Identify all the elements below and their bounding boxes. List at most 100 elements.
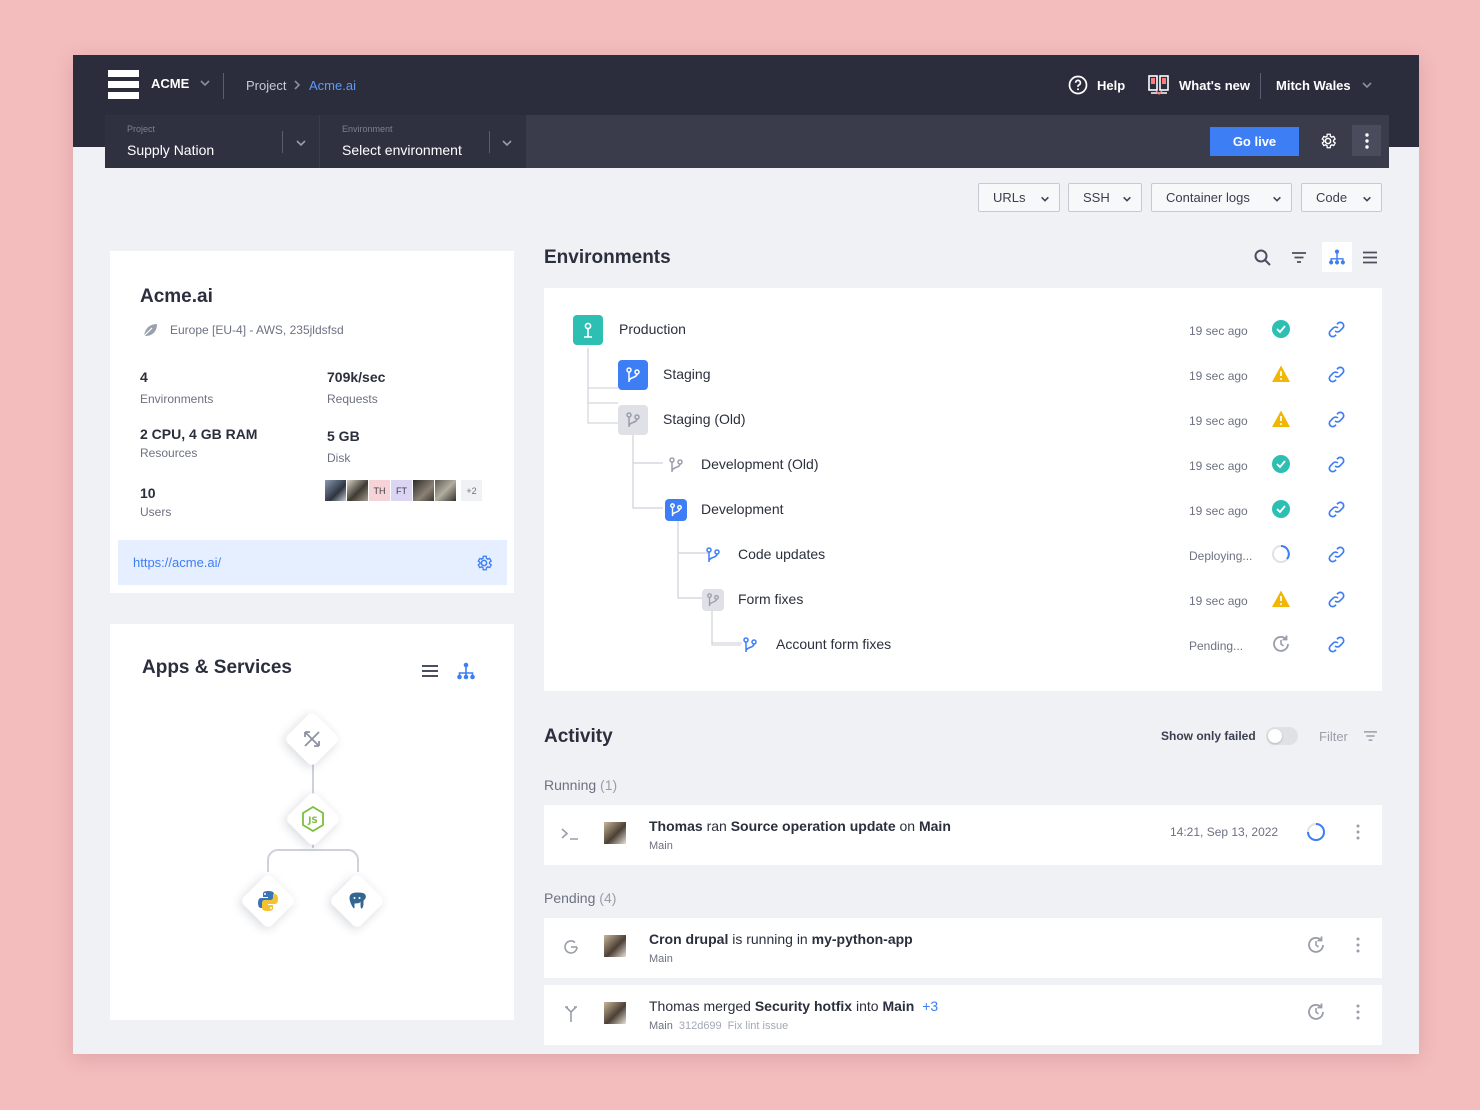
kebab-icon[interactable] [1356, 824, 1360, 840]
stat-label: Disk [327, 451, 351, 465]
chevron-down-icon[interactable] [199, 77, 211, 89]
environment-selector-value: Select environment [342, 142, 462, 158]
activity-row[interactable]: Thomas merged Security hotfix into Main … [544, 985, 1382, 1045]
kebab-icon[interactable] [1356, 1004, 1360, 1020]
user-menu[interactable]: Mitch Wales [1276, 78, 1351, 93]
whats-new-button[interactable]: What's new [1147, 73, 1250, 97]
search-icon[interactable] [1254, 249, 1271, 266]
branch-icon [665, 454, 687, 476]
chevron-down-icon [296, 140, 306, 147]
filter-icon[interactable] [1363, 730, 1378, 742]
link-icon[interactable] [1327, 500, 1346, 519]
project-url-bar: https://acme.ai/ [118, 540, 507, 585]
environment-row[interactable]: Staging 19 sec ago [544, 353, 1382, 398]
environment-time: 19 sec ago [1189, 594, 1248, 608]
environment-row[interactable]: Code updates Deploying... [544, 533, 1382, 578]
filter-label[interactable]: Filter [1319, 729, 1348, 744]
container-logs-dropdown-label: Container logs [1166, 190, 1250, 205]
avatar [604, 1002, 626, 1024]
code-dropdown[interactable]: Code [1301, 183, 1382, 212]
environment-row[interactable]: Development (Old) 19 sec ago [544, 443, 1382, 488]
pending-icon [1273, 635, 1289, 652]
project-selector[interactable]: Project Supply Nation [105, 115, 319, 168]
environments-title: Environments [544, 247, 671, 268]
chevron-down-icon[interactable] [1361, 79, 1373, 91]
kebab-icon[interactable] [1356, 937, 1360, 953]
environment-row[interactable]: Production 19 sec ago [544, 308, 1382, 353]
avatar: TH [369, 480, 390, 501]
link-icon[interactable] [1327, 590, 1346, 609]
ssh-dropdown[interactable]: SSH [1068, 183, 1142, 212]
help-label: Help [1097, 77, 1126, 93]
breadcrumb-project[interactable]: Project [246, 78, 286, 93]
environment-row[interactable]: Staging (Old) 19 sec ago [544, 398, 1382, 443]
environment-time: 19 sec ago [1189, 369, 1248, 383]
environment-name: Staging (Old) [663, 411, 746, 427]
activity-text: Thomas merged Security hotfix into Main … [649, 998, 939, 1014]
environment-selector[interactable]: Environment Select environment [320, 115, 526, 168]
help-button[interactable]: Help [1068, 75, 1125, 95]
divider [1260, 73, 1261, 99]
environment-time: 19 sec ago [1189, 504, 1248, 518]
terminal-icon [561, 828, 578, 840]
show-only-failed-toggle[interactable] [1266, 727, 1298, 745]
whats-new-icon [1148, 75, 1169, 96]
leaf-icon [143, 324, 157, 337]
activity-row[interactable]: Thomas ran Source operation update on Ma… [544, 805, 1382, 865]
environment-selector-label: Environment [342, 124, 393, 134]
link-icon[interactable] [1327, 320, 1346, 339]
filter-icon[interactable] [1291, 251, 1307, 264]
stat-value: 709k/sec [327, 369, 386, 385]
avatar [325, 480, 346, 501]
avatars-more: +2 [461, 480, 482, 501]
stat-value: 5 GB [327, 428, 360, 444]
user-avatars[interactable]: TH FT +2 [325, 480, 482, 501]
running-label: Running [544, 777, 597, 793]
python-icon [248, 881, 288, 921]
environment-row[interactable]: Development 19 sec ago [544, 488, 1382, 533]
list-view-icon[interactable] [1362, 251, 1378, 264]
avatar [604, 822, 626, 844]
tree-view-toggle[interactable] [1322, 242, 1352, 272]
activity-row[interactable]: Cron drupal is running in my-python-app … [544, 918, 1382, 978]
more-options-button[interactable] [1352, 125, 1381, 156]
kebab-icon [1364, 132, 1369, 149]
link-icon[interactable] [1327, 365, 1346, 384]
help-icon [1068, 75, 1088, 95]
chevron-right-icon [294, 80, 301, 90]
link-icon[interactable] [1327, 410, 1346, 429]
pending-count: (4) [599, 890, 617, 906]
link-icon[interactable] [1327, 455, 1346, 474]
gear-icon[interactable] [475, 554, 493, 572]
avatar [413, 480, 434, 501]
whats-new-label: What's new [1179, 77, 1250, 93]
postgresql-icon [337, 881, 377, 921]
environment-name: Form fixes [738, 591, 804, 607]
avatar: FT [391, 480, 412, 501]
link-icon[interactable] [1327, 635, 1346, 654]
acme-logo-icon[interactable] [108, 70, 139, 101]
gear-icon[interactable] [1319, 132, 1337, 150]
environment-time: 19 sec ago [1189, 414, 1248, 428]
nodejs-icon: JS [293, 799, 333, 839]
breadcrumb-current[interactable]: Acme.ai [309, 78, 356, 93]
go-live-button[interactable]: Go live [1210, 127, 1299, 156]
org-name[interactable]: ACME [151, 76, 189, 91]
branch-icon [618, 405, 648, 435]
container-logs-dropdown[interactable]: Container logs [1151, 183, 1292, 212]
project-selector-value: Supply Nation [127, 142, 215, 158]
project-title: Acme.ai [140, 286, 213, 307]
merge-icon [565, 1006, 577, 1022]
environment-name: Account form fixes [776, 636, 892, 652]
warning-icon [1272, 410, 1290, 427]
context-selector-bar: Project Supply Nation Environment Select… [105, 115, 1389, 168]
urls-dropdown[interactable]: URLs [978, 183, 1060, 212]
region-info: Europe [EU-4] - AWS, 235jldsfsd [142, 322, 344, 338]
branch-icon [739, 634, 761, 656]
link-icon[interactable] [1327, 545, 1346, 564]
environment-row[interactable]: Form fixes 19 sec ago [544, 578, 1382, 623]
project-url-link[interactable]: https://acme.ai/ [133, 555, 221, 570]
spinner-icon [1307, 823, 1325, 841]
stat-label: Users [140, 505, 172, 519]
environment-row[interactable]: Account form fixes Pending... [544, 623, 1382, 668]
